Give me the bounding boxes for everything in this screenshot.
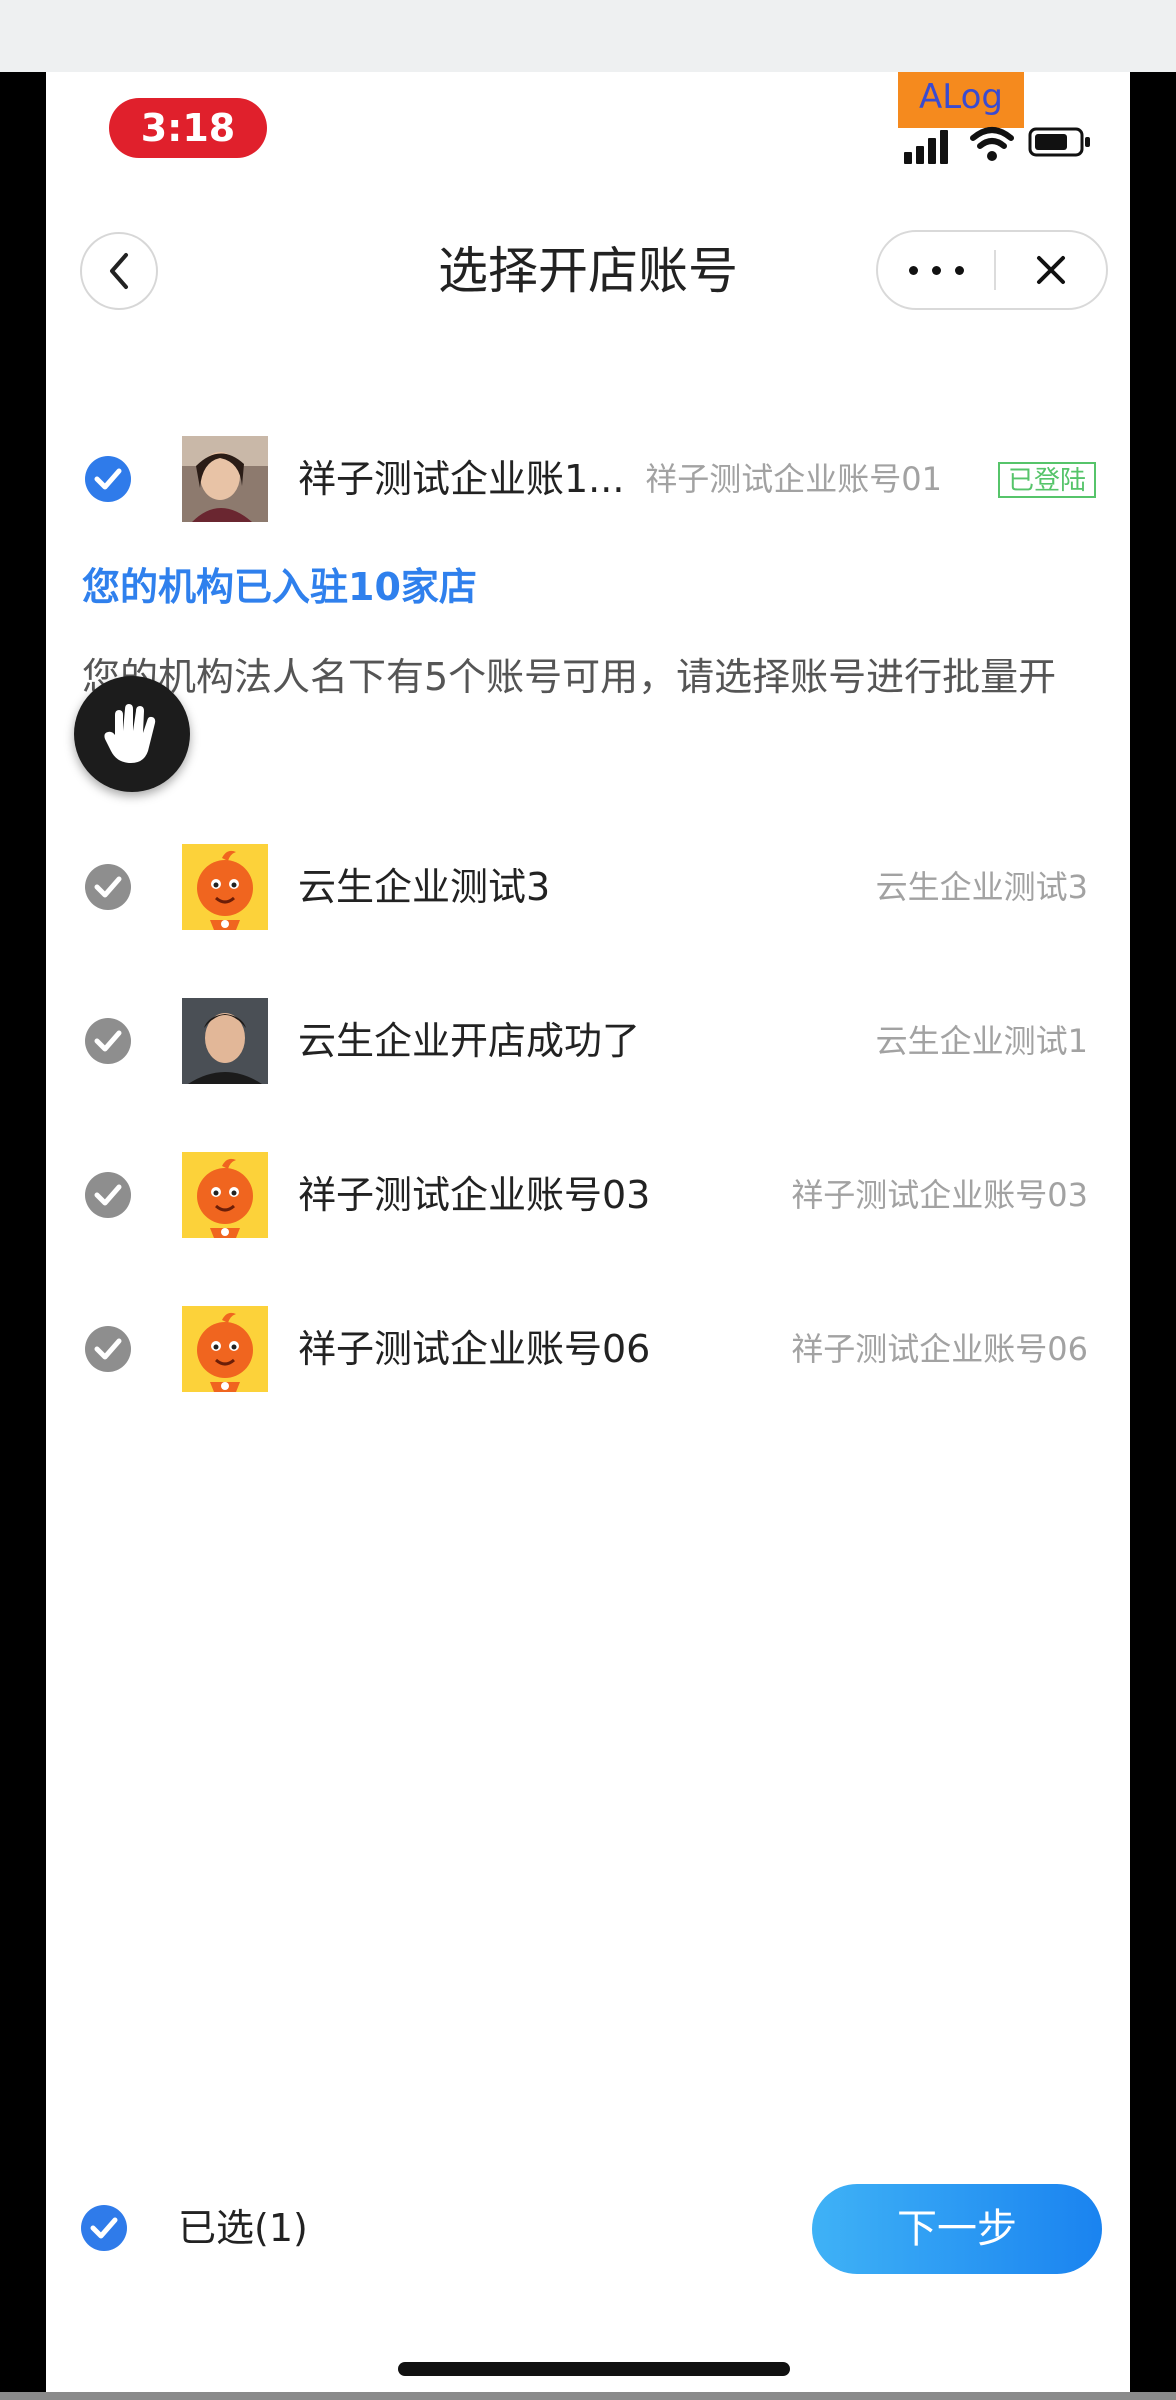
cellular-signal-icon: [904, 128, 950, 164]
account-subtitle: 云生企业测试3: [875, 868, 1088, 906]
wifi-icon: [970, 127, 1014, 161]
selected-count: 已选(1): [178, 2206, 308, 2250]
account-subtitle: 祥子测试企业账号03: [791, 1176, 1088, 1214]
next-button[interactable]: 下一步: [812, 2184, 1102, 2274]
phone-screen: 3:18 ALog 选择开店账号 祥子测试企业账1... 祥子测试企业账号01 …: [46, 72, 1130, 2392]
logged-in-badge: 已登陆: [997, 462, 1096, 498]
home-indicator[interactable]: [398, 2362, 790, 2376]
mascot-avatar: [182, 1152, 268, 1238]
status-time: 3:18: [109, 98, 267, 158]
photo-avatar: [182, 998, 268, 1084]
account-row[interactable]: 祥子测试企业账号03 祥子测试企业账号03: [46, 1140, 1130, 1250]
more-dots-icon: [902, 265, 971, 275]
account-name: 祥子测试企业账号03: [298, 1173, 651, 1217]
notice-title: 您的机构已入驻10家店: [82, 565, 477, 609]
check-gray-icon[interactable]: [84, 1325, 132, 1373]
more-button[interactable]: [878, 232, 994, 308]
mascot-avatar: [182, 844, 268, 930]
check-gray-icon[interactable]: [84, 1017, 132, 1065]
account-name: 云生企业测试3: [298, 865, 551, 909]
check-gray-icon[interactable]: [84, 1171, 132, 1219]
close-icon: [1037, 256, 1065, 284]
mascot-avatar: [182, 1306, 268, 1392]
close-button[interactable]: [996, 232, 1106, 308]
account-subtitle: 祥子测试企业账号01: [645, 460, 942, 498]
account-subtitle: 祥子测试企业账号06: [791, 1330, 1088, 1368]
account-subtitle: 云生企业测试1: [875, 1022, 1088, 1060]
notice-description: 您的机构法人名下有5个账号可用，请选择账号进行批量开店~: [82, 655, 1057, 761]
floating-touch-button[interactable]: [74, 676, 190, 792]
checked-icon[interactable]: [84, 455, 132, 503]
alog-badge[interactable]: ALog: [898, 72, 1024, 128]
battery-icon: [1028, 127, 1090, 157]
current-account-row[interactable]: 祥子测试企业账1... 祥子测试企业账号01 已登陆: [46, 424, 1130, 534]
account-row[interactable]: 云生企业测试3 云生企业测试3: [46, 832, 1130, 942]
account-name: 祥子测试企业账号06: [298, 1327, 651, 1371]
account-row[interactable]: 云生企业开店成功了 云生企业测试1: [46, 986, 1130, 1096]
account-name: 云生企业开店成功了: [298, 1019, 641, 1063]
mini-program-capsule: [876, 230, 1108, 310]
account-name: 祥子测试企业账1...: [298, 457, 625, 501]
select-all-checked-icon[interactable]: [80, 2204, 128, 2252]
bottom-strip: [0, 2392, 1176, 2400]
hand-icon: [104, 704, 156, 763]
check-gray-icon[interactable]: [84, 863, 132, 911]
avatar: [182, 436, 268, 522]
account-row[interactable]: 祥子测试企业账号06 祥子测试企业账号06: [46, 1294, 1130, 1404]
top-bar: [0, 0, 1176, 72]
